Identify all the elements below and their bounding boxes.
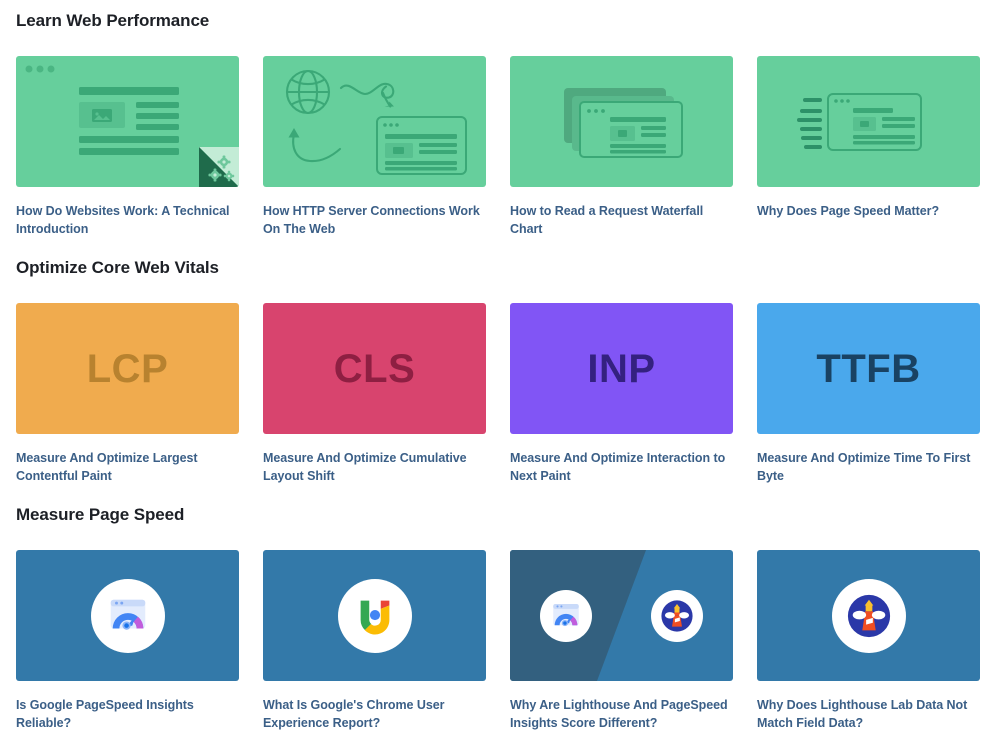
pagespeed-insights-logo [110,599,145,630]
card-title-link[interactable]: How to Read a Request Waterfall Chart [510,203,733,239]
globe-icon [285,69,467,175]
thumbnail-cls[interactable]: CLS [263,303,486,434]
card-how-websites-work[interactable]: How Do Websites Work: A Technical Introd… [16,56,239,239]
learn-hub-page: Learn Web Performance How Do Websites Wo… [0,0,997,741]
card-request-waterfall-chart[interactable]: How to Read a Request Waterfall Chart [510,56,733,239]
card-lighthouse-vs-pagespeed[interactable]: Why Are Lighthouse And PageSpeed Insight… [510,550,733,733]
card-title-link[interactable]: How Do Websites Work: A Technical Introd… [16,203,239,239]
logo-disc [651,589,704,642]
card-title-link[interactable]: Why Are Lighthouse And PageSpeed Insight… [510,697,733,733]
browser-window-small-icon [376,116,467,175]
card-title-link[interactable]: Measure And Optimize Time To First Byte [757,450,980,486]
thumbnail-crux[interactable] [263,550,486,681]
card-chrome-ux-report[interactable]: What Is Google's Chrome User Experience … [263,550,486,733]
card-ttfb[interactable]: TTFB Measure And Optimize Time To First … [757,303,980,486]
card-inp[interactable]: INP Measure And Optimize Interaction to … [510,303,733,486]
speed-lines-icon [797,93,922,151]
card-grid-learn-web-performance: How Do Websites Work: A Technical Introd… [16,56,982,239]
lighthouse-logo [661,599,693,632]
crux-logo [360,600,389,634]
thumbnail-lcp[interactable]: LCP [16,303,239,434]
card-cls[interactable]: CLS Measure And Optimize Cumulative Layo… [263,303,486,486]
section-title-learn-web-performance: Learn Web Performance [16,11,210,30]
card-title-link[interactable]: Why Does Lighthouse Lab Data Not Match F… [757,697,980,733]
card-title-link[interactable]: Measure And Optimize Cumulative Layout S… [263,450,486,486]
card-title-link[interactable]: How HTTP Server Connections Work On The … [263,203,486,239]
section-title-measure-page-speed: Measure Page Speed [16,505,185,524]
card-why-page-speed-matters[interactable]: Why Does Page Speed Matter? [757,56,980,239]
thumbnail-speed-lines-window[interactable] [757,56,980,187]
logo-disc [831,578,906,653]
thumbnail-browser-wireframe[interactable] [16,56,239,187]
dual-logo-row [510,550,733,681]
browser-window-icon [827,93,922,151]
card-lighthouse-lab-vs-field[interactable]: Why Does Lighthouse Lab Data Not Match F… [757,550,980,733]
acronym-label: TTFB [816,346,921,391]
card-grid-core-web-vitals: LCP Measure And Optimize Largest Content… [16,303,982,486]
card-pagespeed-insights-reliable[interactable]: Is Google PageSpeed Insights Reliable? [16,550,239,733]
stacked-windows-icon [564,88,683,158]
acronym-label: LCP [86,346,169,391]
lighthouse-logo [847,594,890,637]
logo-disc [337,578,412,653]
card-title-link[interactable]: Measure And Optimize Interaction to Next… [510,450,733,486]
thumbnail-inp[interactable]: INP [510,303,733,434]
thumbnail-stacked-windows[interactable] [510,56,733,187]
thumbnail-globe-request-flow[interactable] [263,56,486,187]
pagespeed-insights-logo [553,603,579,626]
corner-fold-gears-icon [199,147,239,187]
acronym-label: CLS [333,346,416,391]
card-grid-measure-page-speed: Is Google PageSpeed Insights Reliable? W… [16,550,982,733]
logo-disc [539,589,592,642]
card-title-link[interactable]: Is Google PageSpeed Insights Reliable? [16,697,239,733]
card-title-link[interactable]: What Is Google's Chrome User Experience … [263,697,486,733]
thumbnail-lighthouse-vs-pagespeed[interactable] [510,550,733,681]
thumbnail-pagespeed-insights[interactable] [16,550,239,681]
acronym-label: INP [587,346,656,391]
thumbnail-ttfb[interactable]: TTFB [757,303,980,434]
card-http-server-connections[interactable]: How HTTP Server Connections Work On The … [263,56,486,239]
section-title-optimize-core-web-vitals: Optimize Core Web Vitals [16,258,219,277]
thumbnail-lighthouse[interactable] [757,550,980,681]
card-title-link[interactable]: Why Does Page Speed Matter? [757,203,980,221]
card-title-link[interactable]: Measure And Optimize Largest Contentful … [16,450,239,486]
card-lcp[interactable]: LCP Measure And Optimize Largest Content… [16,303,239,486]
logo-disc [90,578,165,653]
